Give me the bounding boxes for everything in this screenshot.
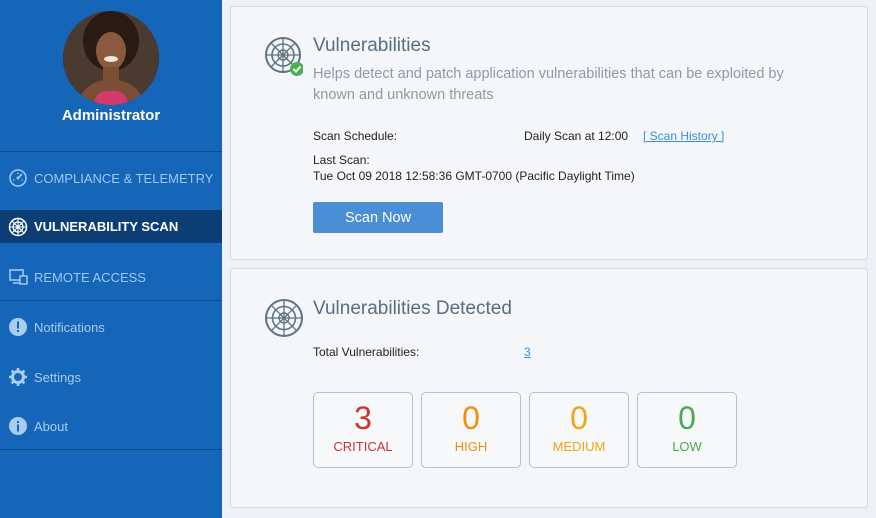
severity-count: 0 xyxy=(678,400,696,436)
severity-label: MEDIUM xyxy=(552,439,606,454)
divider xyxy=(0,151,222,152)
scan-history-link[interactable]: [ Scan History ] xyxy=(643,129,724,143)
scan-card-description-2: known and unknown threats xyxy=(313,87,494,103)
last-scan-value: Tue Oct 09 2018 12:58:36 GMT-0700 (Pacif… xyxy=(313,169,635,183)
nav-settings[interactable]: Settings xyxy=(0,361,222,393)
scan-schedule-label: Scan Schedule: xyxy=(313,129,398,143)
total-vulnerabilities-link[interactable]: 3 xyxy=(524,345,531,359)
severity-high[interactable]: 0 HIGH xyxy=(421,392,521,468)
nav-label: Settings xyxy=(34,369,81,385)
info-icon xyxy=(8,416,28,436)
avatar[interactable] xyxy=(63,11,159,105)
scan-now-button[interactable]: Scan Now xyxy=(313,202,443,233)
scan-card-title: Vulnerabilities xyxy=(313,35,431,56)
sidebar: Administrator COMPLIANCE & TELEMETRY VUL… xyxy=(0,0,222,518)
severity-low[interactable]: 0 LOW xyxy=(637,392,737,468)
nav-label: About xyxy=(34,418,68,434)
radar-icon xyxy=(8,217,28,237)
detected-card-title: Vulnerabilities Detected xyxy=(313,298,512,319)
exclamation-icon xyxy=(8,317,28,337)
nav-label: Notifications xyxy=(34,319,105,335)
total-vulnerabilities-label: Total Vulnerabilities: xyxy=(313,345,420,359)
severity-count: 3 xyxy=(354,400,372,436)
nav-about[interactable]: About xyxy=(0,410,222,442)
severity-medium[interactable]: 0 MEDIUM xyxy=(529,392,629,468)
divider xyxy=(0,449,222,450)
radar-check-icon xyxy=(263,37,304,77)
severity-label: CRITICAL xyxy=(333,439,393,454)
severity-label: HIGH xyxy=(454,439,488,454)
nav-label: VULNERABILITY SCAN xyxy=(34,219,179,234)
scan-schedule-value: Daily Scan at 12:00 xyxy=(524,129,629,143)
gauge-icon xyxy=(8,168,28,188)
user-name: Administrator xyxy=(61,107,161,124)
nav-vulnerability-scan[interactable]: VULNERABILITY SCAN xyxy=(0,210,222,243)
severity-count: 0 xyxy=(462,400,480,436)
remote-desktop-icon xyxy=(8,267,28,287)
radar-icon xyxy=(264,298,304,338)
severity-label: LOW xyxy=(672,439,702,454)
nav-remote-access[interactable]: REMOTE ACCESS xyxy=(0,261,222,293)
severity-count: 0 xyxy=(570,400,588,436)
nav-label: REMOTE ACCESS xyxy=(34,269,146,285)
gear-icon xyxy=(8,367,28,387)
divider xyxy=(0,300,222,301)
scan-card-description-1: Helps detect and patch application vulne… xyxy=(313,66,784,82)
nav-compliance-telemetry[interactable]: COMPLIANCE & TELEMETRY xyxy=(0,162,222,194)
severity-critical[interactable]: 3 CRITICAL xyxy=(313,392,413,468)
nav-label: COMPLIANCE & TELEMETRY xyxy=(34,170,214,186)
nav-notifications[interactable]: Notifications xyxy=(0,311,222,343)
last-scan-label: Last Scan: xyxy=(313,153,370,167)
